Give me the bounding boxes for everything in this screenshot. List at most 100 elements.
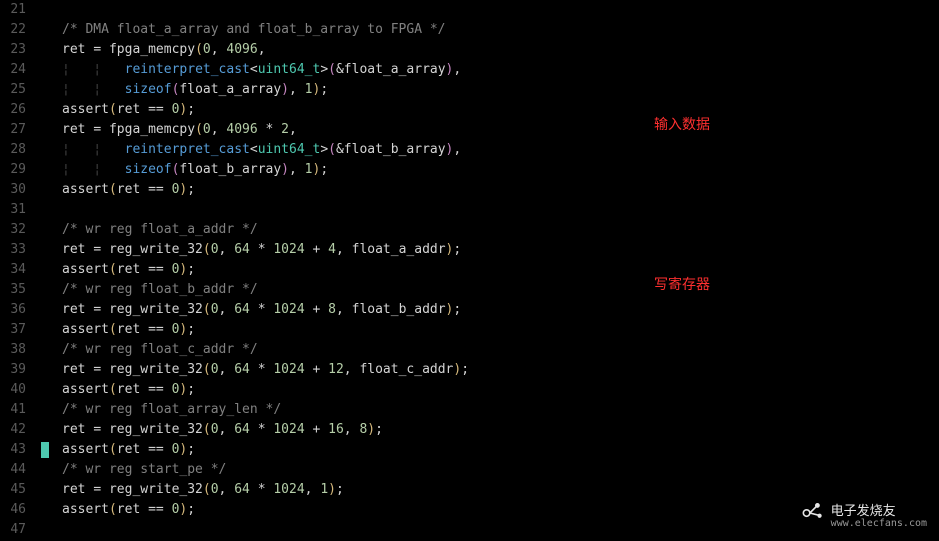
line-number[interactable]: 37 bbox=[0, 320, 26, 340]
watermark-icon bbox=[799, 500, 825, 533]
code-editor[interactable]: 2122232425262728293031323334353637383940… bbox=[0, 0, 939, 541]
line-number[interactable]: 23 bbox=[0, 40, 26, 60]
code-token: + bbox=[312, 242, 328, 257]
code-token: ret bbox=[117, 262, 148, 277]
line-number[interactable]: 44 bbox=[0, 460, 26, 480]
code-line[interactable]: ¦ ¦ sizeof(float_a_array), 1); bbox=[38, 80, 939, 100]
code-token: == bbox=[148, 322, 171, 337]
code-token: = bbox=[93, 122, 109, 137]
code-line[interactable]: ret = fpga_memcpy(0, 4096, bbox=[38, 40, 939, 60]
code-line[interactable]: /* wr reg float_array_len */ bbox=[38, 400, 939, 420]
code-token: ret bbox=[117, 322, 148, 337]
code-token: ; bbox=[187, 262, 195, 277]
code-token: = bbox=[93, 362, 109, 377]
code-line[interactable]: ret = reg_write_32(0, 64 * 1024 + 4, flo… bbox=[38, 240, 939, 260]
code-token: ( bbox=[109, 182, 117, 197]
code-line[interactable]: ¦ ¦ reinterpret_cast<uint64_t>(&float_b_… bbox=[38, 140, 939, 160]
code-line[interactable]: assert(ret == 0); bbox=[38, 380, 939, 400]
code-token: assert bbox=[62, 182, 109, 197]
line-number[interactable]: 42 bbox=[0, 420, 26, 440]
code-line[interactable]: ¦ ¦ sizeof(float_b_array), 1); bbox=[38, 160, 939, 180]
code-token: reg_write_32 bbox=[109, 242, 203, 257]
code-token: ( bbox=[109, 322, 117, 337]
line-number[interactable]: 21 bbox=[0, 0, 26, 20]
line-number[interactable]: 46 bbox=[0, 500, 26, 520]
code-line[interactable]: /* wr reg float_b_addr */ bbox=[38, 280, 939, 300]
line-number[interactable]: 30 bbox=[0, 180, 26, 200]
code-token: 12 bbox=[328, 362, 344, 377]
code-line[interactable]: assert(ret == 0); bbox=[38, 100, 939, 120]
code-token: = bbox=[93, 42, 109, 57]
line-number[interactable]: 29 bbox=[0, 160, 26, 180]
line-number[interactable]: 22 bbox=[0, 20, 26, 40]
code-line[interactable]: ¦ ¦ reinterpret_cast<uint64_t>(&float_a_… bbox=[38, 60, 939, 80]
line-number[interactable]: 43 bbox=[0, 440, 26, 460]
line-number[interactable]: 39 bbox=[0, 360, 26, 380]
code-token: reg_write_32 bbox=[109, 482, 203, 497]
code-line[interactable]: assert(ret == 0); bbox=[38, 260, 939, 280]
code-token: , bbox=[219, 482, 235, 497]
watermark-url: www.elecfans.com bbox=[831, 518, 927, 529]
line-number[interactable]: 33 bbox=[0, 240, 26, 260]
code-token: /* DMA float_a_array and float_b_array t… bbox=[62, 22, 446, 37]
code-token: 1024 bbox=[273, 422, 312, 437]
code-token: 0 bbox=[211, 362, 219, 377]
code-line[interactable]: ret = reg_write_32(0, 64 * 1024 + 12, fl… bbox=[38, 360, 939, 380]
code-token: ( bbox=[203, 422, 211, 437]
code-token: ( bbox=[109, 442, 117, 457]
code-line[interactable]: ret = reg_write_32(0, 64 * 1024, 1); bbox=[38, 480, 939, 500]
code-line[interactable]: ret = reg_write_32(0, 64 * 1024 + 16, 8)… bbox=[38, 420, 939, 440]
code-token: * bbox=[258, 482, 274, 497]
code-token: ret bbox=[62, 302, 93, 317]
code-line[interactable]: /* wr reg float_c_addr */ bbox=[38, 340, 939, 360]
line-number[interactable]: 28 bbox=[0, 140, 26, 160]
code-token: , bbox=[219, 302, 235, 317]
code-token: ret bbox=[117, 502, 148, 517]
code-token: * bbox=[266, 122, 282, 137]
code-token: uint64_t bbox=[258, 142, 321, 157]
code-line[interactable]: /* wr reg float_a_addr */ bbox=[38, 220, 939, 240]
line-number[interactable]: 27 bbox=[0, 120, 26, 140]
code-token: float_b_array bbox=[344, 142, 446, 157]
line-number[interactable]: 45 bbox=[0, 480, 26, 500]
code-line[interactable]: assert(ret == 0); bbox=[38, 440, 939, 460]
code-token: /* wr reg float_b_addr */ bbox=[62, 282, 258, 297]
code-line[interactable]: assert(ret == 0); bbox=[38, 180, 939, 200]
line-number[interactable]: 25 bbox=[0, 80, 26, 100]
code-token: , bbox=[289, 122, 297, 137]
line-number[interactable]: 47 bbox=[0, 520, 26, 540]
code-line[interactable]: ret = reg_write_32(0, 64 * 1024 + 8, flo… bbox=[38, 300, 939, 320]
line-number[interactable]: 31 bbox=[0, 200, 26, 220]
line-number[interactable]: 40 bbox=[0, 380, 26, 400]
annotation-label: 写寄存器 bbox=[654, 274, 710, 294]
line-number[interactable]: 34 bbox=[0, 260, 26, 280]
code-token: ¦ ¦ bbox=[62, 62, 125, 77]
code-line[interactable]: ret = fpga_memcpy(0, 4096 * 2, bbox=[38, 120, 939, 140]
code-token: ) bbox=[367, 422, 375, 437]
line-number[interactable]: 36 bbox=[0, 300, 26, 320]
code-line[interactable]: assert(ret == 0); bbox=[38, 320, 939, 340]
code-token: 64 bbox=[234, 362, 257, 377]
code-token: < bbox=[250, 142, 258, 157]
code-token: , bbox=[211, 122, 227, 137]
code-token: * bbox=[258, 422, 274, 437]
code-line[interactable]: /* DMA float_a_array and float_b_array t… bbox=[38, 20, 939, 40]
code-token: + bbox=[312, 422, 328, 437]
code-line[interactable] bbox=[38, 0, 939, 20]
code-line[interactable]: /* wr reg start_pe */ bbox=[38, 460, 939, 480]
code-token: ; bbox=[453, 302, 461, 317]
line-number[interactable]: 32 bbox=[0, 220, 26, 240]
code-token: 4096 bbox=[226, 42, 257, 57]
line-number[interactable]: 24 bbox=[0, 60, 26, 80]
code-token: ret bbox=[117, 182, 148, 197]
line-number[interactable]: 35 bbox=[0, 280, 26, 300]
line-number-gutter[interactable]: 2122232425262728293031323334353637383940… bbox=[0, 0, 38, 541]
line-number[interactable]: 41 bbox=[0, 400, 26, 420]
code-token: /* wr reg float_c_addr */ bbox=[62, 342, 258, 357]
code-line[interactable] bbox=[38, 200, 939, 220]
line-number[interactable]: 26 bbox=[0, 100, 26, 120]
line-number[interactable]: 38 bbox=[0, 340, 26, 360]
code-area[interactable]: /* DMA float_a_array and float_b_array t… bbox=[38, 0, 939, 541]
code-token: 0 bbox=[203, 122, 211, 137]
cursor bbox=[41, 442, 49, 458]
